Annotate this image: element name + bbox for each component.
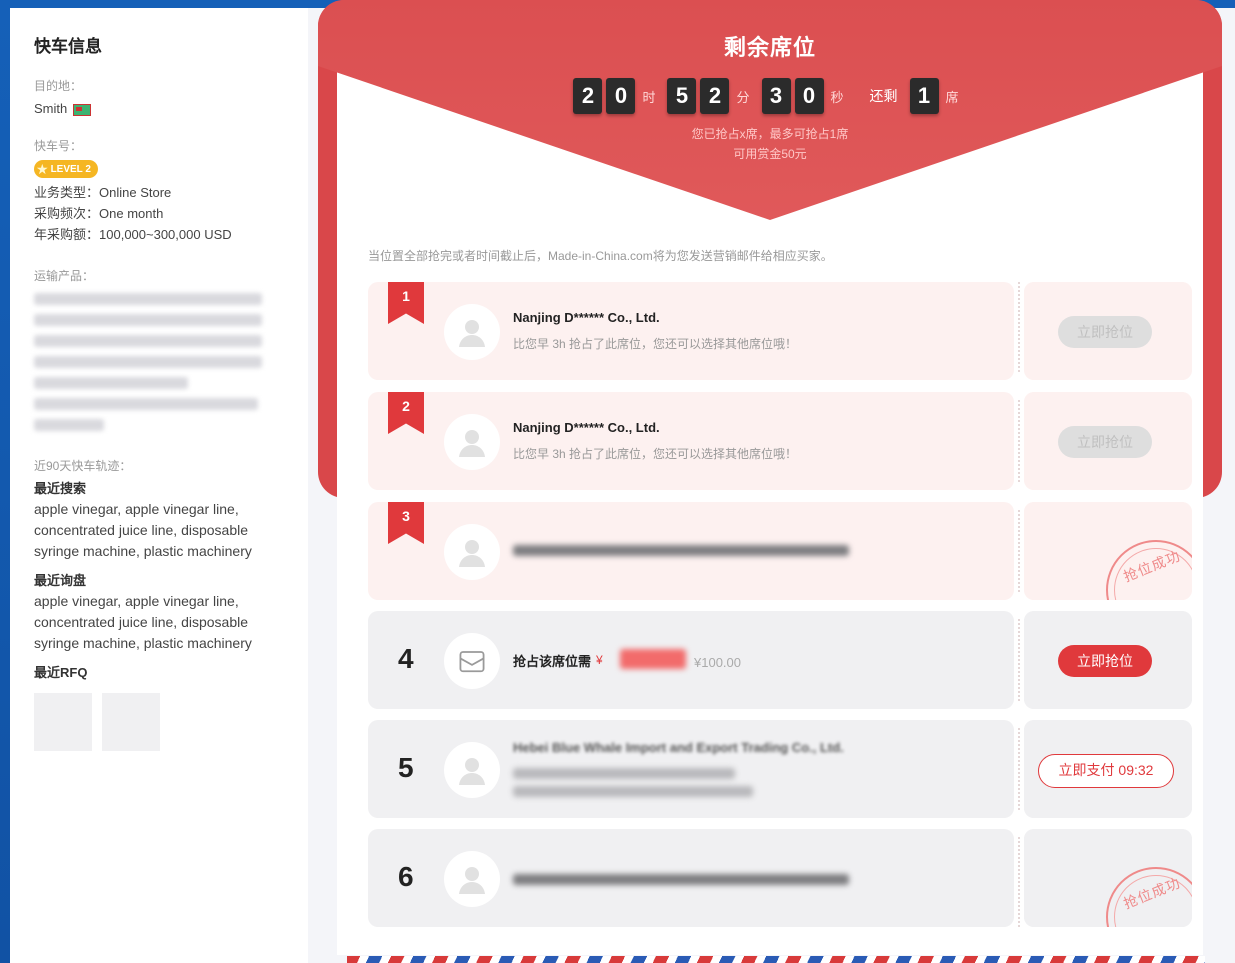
remaining-label: 还剩 xyxy=(869,88,898,104)
user-avatar-icon xyxy=(459,540,485,567)
minutes-unit: 分 xyxy=(736,89,750,105)
purchase-frequency-label: 采购频次： xyxy=(34,206,100,221)
recent-search-text: apple vinegar, apple vinegar line, conce… xyxy=(34,501,252,559)
countdown-digit: 0 xyxy=(606,78,636,114)
buyer-info-sidebar: 快车信息 目的地： Smith 快车号： ★ LEVEL 2 业务类型：Onlin… xyxy=(10,8,308,963)
countdown-digit: 0 xyxy=(794,78,824,114)
sidebar-title: 快车信息 xyxy=(34,37,102,56)
member-label: 快车号： xyxy=(34,139,83,153)
rank-number: 4 xyxy=(398,643,414,674)
seat-row: 2 Nanjing D****** Co., Ltd. 比您早 3h 抢占了此席… xyxy=(368,385,1192,497)
company-name: Nanjing D****** Co., Ltd. xyxy=(513,420,660,435)
business-type-label: 业务类型： xyxy=(34,185,100,200)
seat-status-text: 比您早 3h 抢占了此席位，您还可以选择其他席位哦！ xyxy=(513,447,798,461)
pay-now-button[interactable]: 立即支付 09:32 xyxy=(1038,754,1174,788)
mail-icon xyxy=(459,651,485,673)
annual-purchase-value: 100,000~300,000 USD xyxy=(99,227,232,242)
notice-text: 当位置全部抢完或者时间截止后，Made-in-China.com将为您发送营销邮… xyxy=(368,249,833,263)
blurred-product-line xyxy=(34,293,262,305)
blurred-company-name xyxy=(513,874,849,885)
annual-purchase-label: 年采购额： xyxy=(34,227,100,242)
blurred-product-line xyxy=(34,314,262,326)
remaining-count: 1 xyxy=(909,78,939,114)
countdown-digit: 5 xyxy=(667,78,697,114)
level-badge-text: LEVEL 2 xyxy=(50,163,91,175)
blurred-product-line xyxy=(34,335,262,347)
original-price: ¥100.00 xyxy=(694,655,741,670)
recent-rfq-label: 最近RFQ xyxy=(34,665,88,680)
seat-row: 3 抢位成功 xyxy=(368,495,1192,607)
star-icon: ★ xyxy=(36,160,49,177)
country-flag-icon xyxy=(73,103,92,116)
blurred-company-name xyxy=(513,545,849,556)
products-label: 运输产品： xyxy=(34,269,95,283)
seat-row: 4 抢占该席位需 ¥ ¥100.00 立即抢位 xyxy=(368,604,1192,716)
grab-price-label: 抢占该席位需 xyxy=(513,654,592,669)
remaining-seats-title: 剩余席位 xyxy=(723,35,816,60)
recent-browse-label: 最近询盘 xyxy=(34,573,87,588)
destination-label: 目的地： xyxy=(34,79,83,93)
business-type-value: Online Store xyxy=(99,185,172,200)
avatar xyxy=(444,524,500,580)
grab-seat-button[interactable]: 立即抢位 xyxy=(1058,645,1152,677)
avatar xyxy=(444,742,500,798)
company-name: Hebei Blue Whale Import and Export Tradi… xyxy=(513,740,844,755)
countdown-digit: 2 xyxy=(573,78,603,114)
remaining-unit: 席 xyxy=(945,89,959,105)
rfq-thumbnail[interactable] xyxy=(102,693,160,751)
success-stamp: 抢位成功 xyxy=(1100,530,1192,600)
blurred-price xyxy=(620,649,686,669)
user-avatar-icon xyxy=(459,430,485,457)
recent-search-label: 最近搜索 xyxy=(34,481,87,496)
countdown-digit: 3 xyxy=(761,78,791,114)
rank-number: 6 xyxy=(398,861,414,892)
user-avatar-icon xyxy=(459,758,485,785)
recent-browse-text: apple vinegar, apple vinegar line, conce… xyxy=(34,593,252,651)
flap-header: 剩余席位 2 0 时 5 2 分 3 0 秒 还剩 1 席 您已抢占x席，最多可… xyxy=(318,30,1222,164)
purchase-frequency-value: One month xyxy=(99,206,164,221)
grab-seat-button-disabled[interactable]: 立即抢位 xyxy=(1058,316,1152,348)
grab-quota-note: 您已抢占x席，最多可抢占1席 xyxy=(691,127,849,141)
blurred-product-line xyxy=(34,377,188,389)
seat-status-text: 比您早 3h 抢占了此席位，您还可以选择其他席位哦！ xyxy=(513,337,798,351)
seat-row: 6 抢位成功 xyxy=(368,822,1192,927)
avatar xyxy=(444,414,500,470)
blurred-product-line xyxy=(34,419,104,431)
seat-row: 1 Nanjing D****** Co., Ltd. 比您早 3h 抢占了此席… xyxy=(368,282,1192,387)
level-badge: ★ LEVEL 2 xyxy=(34,160,98,178)
avatar xyxy=(444,851,500,907)
grab-seat-button-disabled[interactable]: 立即抢位 xyxy=(1058,426,1152,458)
currency-symbol: ¥ xyxy=(596,653,603,667)
track-label: 近90天快车轨迹： xyxy=(34,459,132,473)
bounty-note: 可用赏金50元 xyxy=(733,147,807,161)
destination-value: Smith xyxy=(34,101,68,116)
rank-number: 5 xyxy=(398,752,414,783)
blurred-status-line xyxy=(513,768,735,779)
rfq-thumbnail[interactable] xyxy=(34,693,92,751)
avatar xyxy=(444,633,500,689)
hours-unit: 时 xyxy=(642,89,656,105)
user-avatar-icon xyxy=(459,867,485,894)
seat-row: 5 Hebei Blue Whale Import and Export Tra… xyxy=(368,713,1192,825)
countdown-digit: 2 xyxy=(700,78,730,114)
countdown-timer: 2 0 时 5 2 分 3 0 秒 还剩 1 席 xyxy=(318,78,1222,114)
company-name: Nanjing D****** Co., Ltd. xyxy=(513,310,660,325)
blurred-product-line xyxy=(34,398,258,410)
seconds-unit: 秒 xyxy=(830,89,844,105)
blurred-product-line xyxy=(34,356,262,368)
success-stamp: 抢位成功 xyxy=(1100,857,1192,927)
avatar xyxy=(444,304,500,360)
airmail-border xyxy=(347,956,1205,963)
user-avatar-icon xyxy=(459,320,485,347)
blurred-status-line xyxy=(513,786,753,797)
